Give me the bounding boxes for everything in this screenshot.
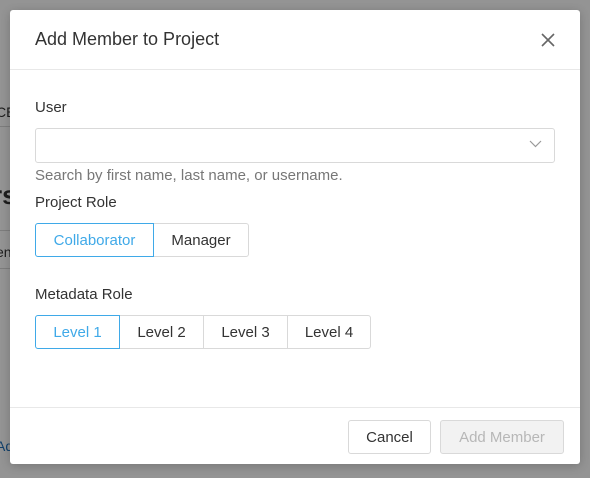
project-role-label: Project Role <box>35 194 117 211</box>
dialog-footer: Cancel Add Member <box>10 407 580 464</box>
user-select[interactable] <box>35 128 555 163</box>
cancel-button[interactable]: Cancel <box>348 420 431 454</box>
metadata-role-level-3[interactable]: Level 3 <box>203 315 288 349</box>
dialog-body: User Search by first name, last name, or… <box>10 70 580 349</box>
metadata-role-selector: Level 1 Level 2 Level 3 Level 4 <box>35 315 555 349</box>
add-member-dialog: Add Member to Project User Search by fir… <box>10 10 580 464</box>
project-role-manager[interactable]: Manager <box>153 223 249 257</box>
dialog-title: Add Member to Project <box>35 29 220 49</box>
chevron-down-icon <box>529 140 542 148</box>
close-icon <box>541 32 555 47</box>
metadata-role-level-1[interactable]: Level 1 <box>35 315 120 349</box>
add-member-button[interactable]: Add Member <box>440 420 564 454</box>
metadata-role-level-4[interactable]: Level 4 <box>287 315 371 349</box>
user-help-text: Search by first name, last name, or user… <box>35 167 343 184</box>
project-role-collaborator[interactable]: Collaborator <box>35 223 154 257</box>
close-button[interactable] <box>538 30 558 50</box>
project-role-selector: Collaborator Manager <box>35 223 555 257</box>
metadata-role-label: Metadata Role <box>35 286 133 303</box>
user-label: User <box>35 99 67 116</box>
dialog-header: Add Member to Project <box>10 10 580 70</box>
metadata-role-level-2[interactable]: Level 2 <box>119 315 204 349</box>
